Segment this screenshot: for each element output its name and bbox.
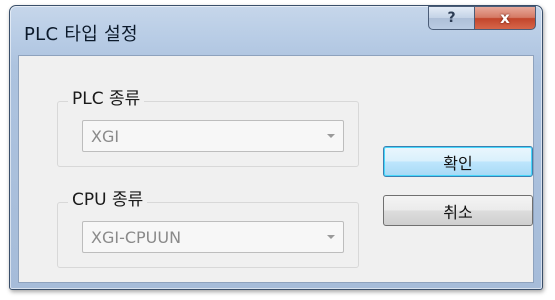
window-title: PLC 타입 설정 <box>24 24 138 45</box>
close-icon: x <box>500 9 510 27</box>
ok-button[interactable]: 확인 <box>383 146 533 177</box>
dialog-window: PLC 타입 설정 ? x PLC 종류 XGI CPU 종류 XGI-CPUU… <box>9 5 543 290</box>
cpu-type-value: XGI-CPUUN <box>91 228 182 247</box>
plc-type-group: PLC 종류 XGI <box>57 88 359 167</box>
cpu-type-combobox[interactable]: XGI-CPUUN <box>82 221 344 253</box>
plc-type-combobox[interactable]: XGI <box>82 120 344 152</box>
cancel-button[interactable]: 취소 <box>383 195 533 226</box>
close-button[interactable]: x <box>474 6 536 30</box>
cpu-type-label: CPU 종류 <box>68 189 148 211</box>
plc-type-value: XGI <box>91 127 120 146</box>
chevron-down-icon <box>327 235 335 239</box>
dialog-body: PLC 종류 XGI CPU 종류 XGI-CPUUN 확인 취소 <box>18 55 534 283</box>
plc-type-label: PLC 종류 <box>68 88 145 110</box>
help-button[interactable]: ? <box>428 6 474 30</box>
chevron-down-icon <box>327 134 335 138</box>
help-icon: ? <box>447 10 456 26</box>
caption-buttons: ? x <box>428 6 536 30</box>
cpu-type-group: CPU 종류 XGI-CPUUN <box>57 189 359 268</box>
